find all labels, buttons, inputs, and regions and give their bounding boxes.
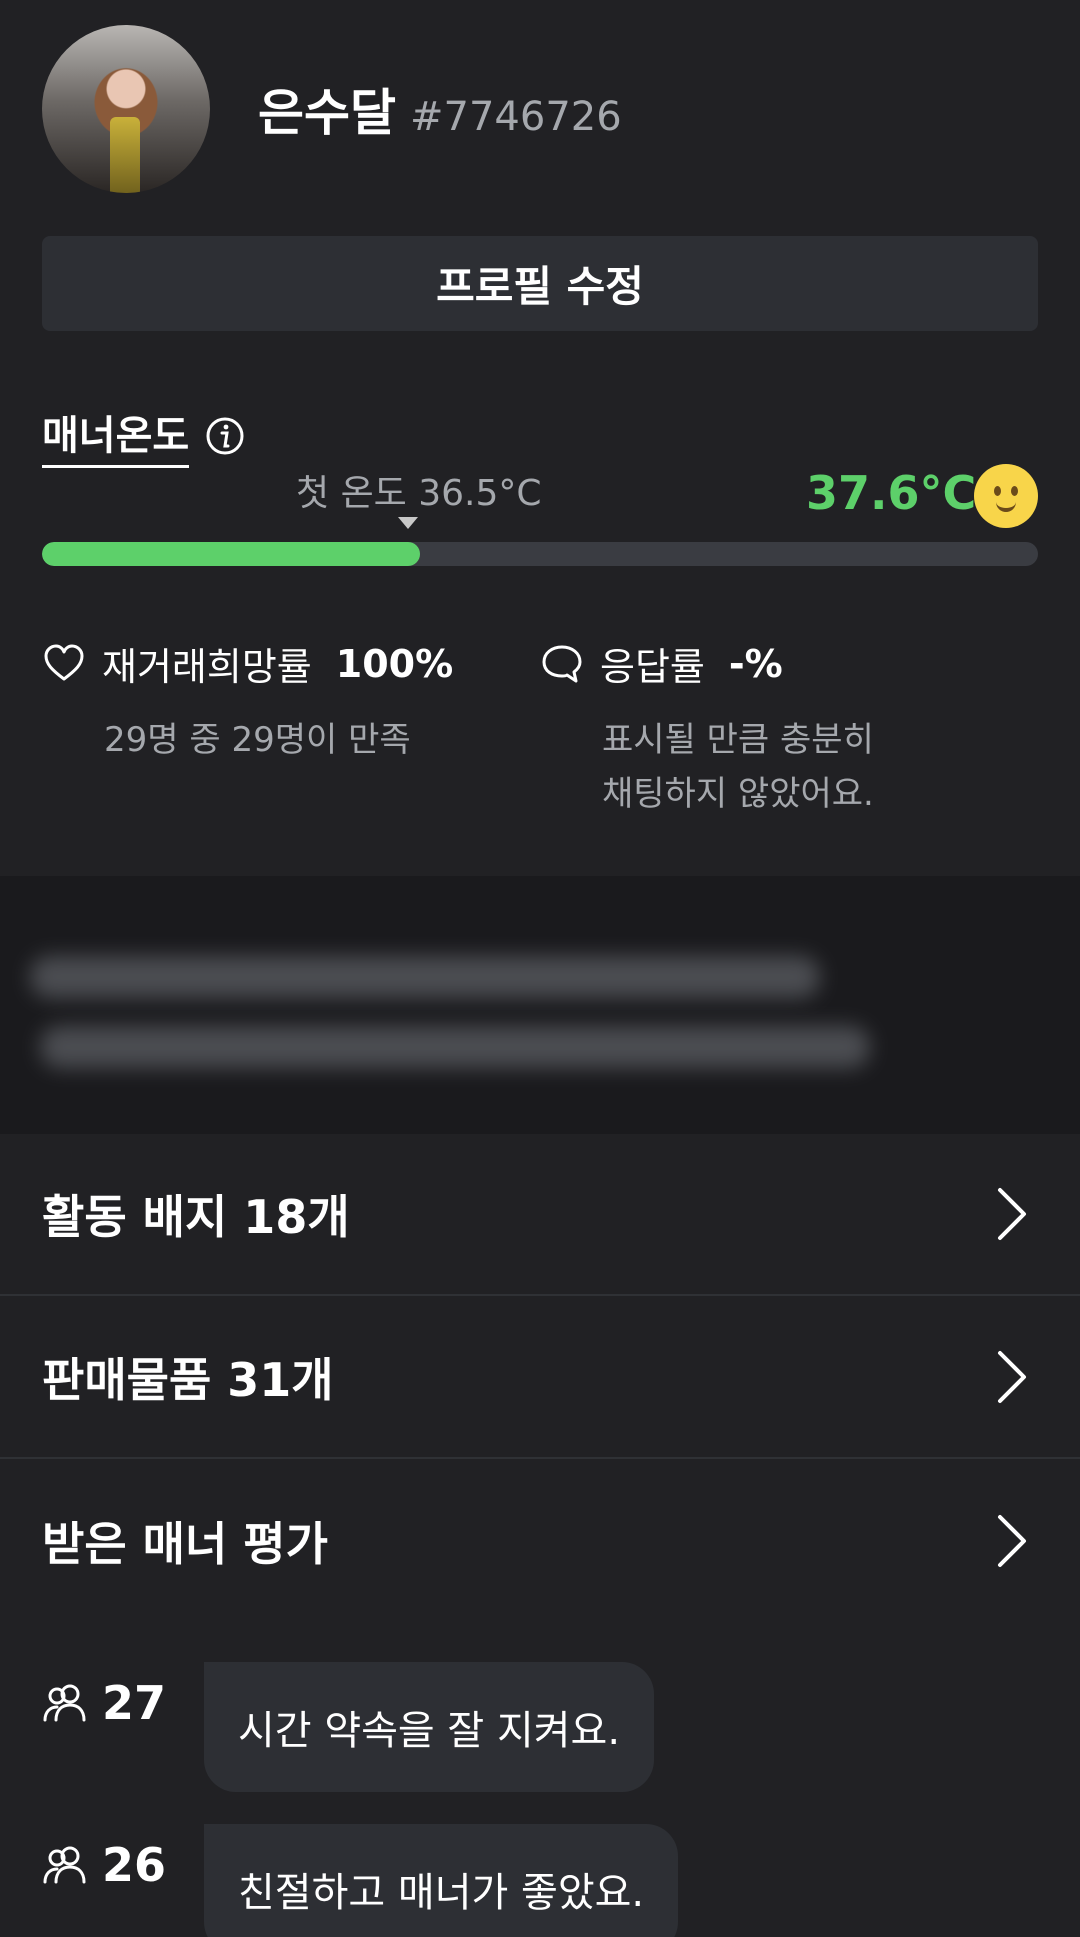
- people-icon: [43, 1846, 86, 1884]
- response-rate-description: 표시될 만큼 충분히 채팅하지 않았어요.: [602, 720, 874, 814]
- chevron-right-icon: [998, 1351, 1026, 1403]
- heart-icon: [44, 644, 84, 680]
- first-temperature-marker: [398, 517, 418, 529]
- avatar[interactable]: [42, 25, 210, 193]
- menu-item-badges[interactable]: 활동 배지 18개: [0, 1134, 1080, 1296]
- profile-page: 은수달 #7746726 프로필 수정 매너온도 첫 온도 36.5°C 37.…: [0, 0, 1080, 1937]
- review-count: 27: [102, 1676, 167, 1730]
- blurred-line: [40, 1026, 870, 1068]
- blurred-line: [30, 956, 820, 998]
- profile-header: 은수달 #7746726: [42, 24, 622, 194]
- response-rate-value: -%: [728, 641, 783, 686]
- review-bubble: 친절하고 매너가 좋았요.: [204, 1824, 679, 1937]
- rehire-rate-stat: 재거래희망률 100% 29명 중 29명이 만족: [42, 636, 453, 767]
- temperature-bar-fill: [42, 542, 421, 566]
- chat-bubble-icon: [542, 645, 582, 682]
- manner-review-item: 26 친절하고 매너가 좋았요.: [42, 1824, 679, 1937]
- user-id: #7746726: [410, 94, 622, 140]
- rehire-rate-value: 100%: [335, 641, 454, 686]
- people-icon: [43, 1684, 86, 1722]
- info-icon[interactable]: [205, 416, 245, 456]
- first-temperature-label: 첫 온도 36.5°C: [296, 473, 542, 514]
- name-wrap: 은수달 #7746726: [258, 73, 622, 145]
- rehire-rate-description: 29명 중 29명이 만족: [104, 720, 411, 760]
- smiley-face-icon: [974, 464, 1038, 528]
- chevron-right-icon: [998, 1188, 1026, 1240]
- rehire-rate-label: 재거래희망률: [102, 645, 312, 689]
- response-rate-stat: 응답률 -% 표시될 만큼 충분히 채팅하지 않았어요.: [540, 636, 874, 821]
- temperature-bar: [42, 542, 1038, 566]
- blurred-notice: [0, 876, 1080, 1134]
- menu-item-badges-label: 활동 배지 18개: [42, 1190, 350, 1244]
- menu-item-products-label: 판매물품 31개: [42, 1353, 334, 1407]
- menu-item-products[interactable]: 판매물품 31개: [0, 1297, 1080, 1459]
- menu-item-reviews[interactable]: 받은 매너 평가: [0, 1460, 1080, 1622]
- manner-review-item: 27 시간 약속을 잘 지켜요.: [42, 1662, 655, 1792]
- chevron-right-icon: [998, 1515, 1026, 1567]
- manner-title-row: 매너온도: [42, 403, 245, 468]
- nickname: 은수달: [258, 84, 396, 142]
- manner-temperature-title[interactable]: 매너온도: [42, 403, 190, 468]
- menu-item-reviews-label: 받은 매너 평가: [42, 1517, 328, 1571]
- response-rate-label: 응답률: [600, 645, 705, 689]
- review-count: 26: [102, 1838, 167, 1892]
- current-temperature: 37.6°C: [806, 466, 977, 520]
- review-bubble: 시간 약속을 잘 지켜요.: [204, 1662, 655, 1792]
- edit-profile-button[interactable]: 프로필 수정: [42, 236, 1038, 331]
